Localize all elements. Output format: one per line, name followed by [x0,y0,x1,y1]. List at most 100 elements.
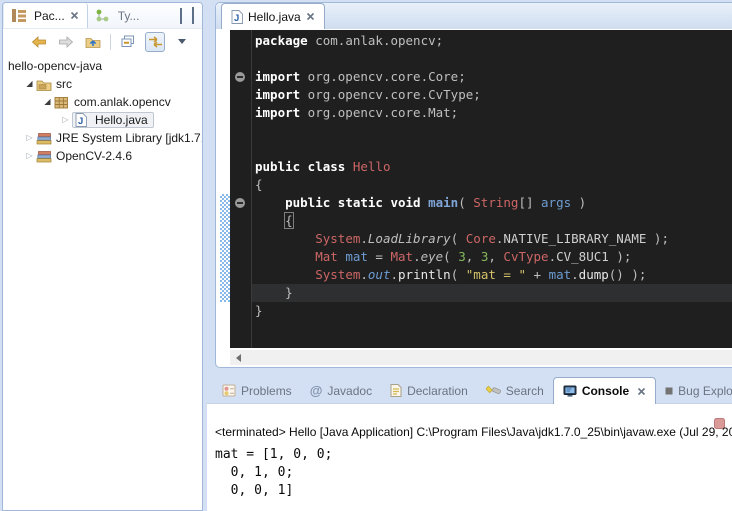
tab-label: Bug Explorer [678,384,732,398]
tree-item-label: hello-opencv-java [5,59,105,73]
library-icon [36,132,53,145]
tab-console[interactable]: Console [553,377,656,404]
maximize-button[interactable] [192,9,194,23]
package-icon [54,96,71,109]
svg-text:J: J [78,116,83,127]
tab-label: Search [506,384,544,398]
console-icon [563,385,577,398]
toolbar-separator [110,34,111,50]
package-explorer-icon [12,9,29,22]
tree-item-opencv-2-4-6[interactable]: ▷ OpenCV-2.4.6 [3,147,202,165]
editor-tab-label: Hello.java [248,10,301,24]
console-view: Problems@Javadoc Declaration Search Console… [207,377,732,511]
code-line-7[interactable] [252,140,732,158]
code-line-14[interactable]: System.out.println( "mat = " + mat.dump(… [252,266,732,284]
project-tree: hello-opencv-java ◢ src ◢ com.anlak.opencv ▷ J… [3,54,202,165]
console-output-line: mat = [1, 0, 0; [215,446,732,464]
tab-search[interactable]: Search [477,377,553,404]
annotation-gutter[interactable] [230,30,252,348]
tab-type-hierarchy[interactable]: Ty... [88,3,148,28]
editor-area: J Hello.java package com.anlak.opencv; i… [215,2,732,368]
code-line-2[interactable] [252,50,732,68]
horizontal-scrollbar[interactable] [230,350,732,365]
range-indicator [220,194,230,302]
code-line-5[interactable]: import org.opencv.core.Mat; [252,104,732,122]
tab-package-explorer[interactable]: Pac... [3,3,88,28]
search-icon [486,384,501,397]
tree-item-label: JRE System Library [jdk1.7.0_25] [53,131,202,145]
src-folder-icon [36,78,53,91]
code-line-9[interactable]: { [252,176,732,194]
tree-item-label: Hello.java [92,113,151,127]
tree-item-com-anlak-opencv[interactable]: ◢ com.anlak.opencv [3,93,202,111]
link-with-editor-button[interactable] [145,32,165,52]
code-line-6[interactable] [252,122,732,140]
fold-collapse-icon[interactable] [235,198,245,208]
console-output[interactable]: mat = [1, 0, 0; 0, 1, 0; 0, 0, 1] [215,446,732,500]
tab-type-hierarchy-label: Ty... [118,9,140,23]
code-line-12[interactable]: System.LoadLibrary( Core.NATIVE_LIBRARY_… [252,230,732,248]
forward-button[interactable] [56,32,76,52]
console-process-title: <terminated> Hello [Java Application] C:… [215,425,732,439]
code-line-3[interactable]: import org.opencv.core.Core; [252,68,732,86]
editor-tab-row: J Hello.java [216,3,732,29]
tree-item-label: OpenCV-2.4.6 [53,149,135,163]
code-line-10[interactable]: public static void main( String[] args ) [252,194,732,212]
minimize-button[interactable] [180,9,182,23]
code-line-8[interactable]: public class Hello [252,158,732,176]
up-button[interactable] [83,32,103,52]
back-button[interactable] [29,32,49,52]
expand-arrow-icon[interactable]: ▷ [59,111,72,129]
problems-icon [222,384,236,397]
console-output-line: 0, 1, 0; [215,464,732,482]
code-text[interactable]: package com.anlak.opencv; import org.ope… [252,30,732,348]
view-menu-button[interactable] [172,32,192,52]
javadoc-icon: @ [310,384,323,398]
package-explorer-view: Pac... Ty... hello-opencv-java ◢ src ◢ com.a… [2,2,203,511]
tab-bug-explorer[interactable]: Bug Explorer [656,377,732,404]
code-line-13[interactable]: Mat mat = Mat.eye( 3, 3, CvType.CV_8UC1 … [252,248,732,266]
tab-label: Declaration [407,384,468,398]
tree-item-hello-java[interactable]: ▷ J Hello.java [3,111,202,129]
scroll-left-icon[interactable] [236,354,241,362]
tree-item-jre-system-library-jdk1-7-0-25[interactable]: ▷ JRE System Library [jdk1.7.0_25] [3,129,202,147]
console-output-line: 0, 0, 1] [215,482,732,500]
fold-collapse-icon[interactable] [235,72,245,82]
svg-text:J: J [234,13,239,24]
tab-problems[interactable]: Problems [213,377,301,404]
tab-label: Console [582,384,629,398]
code-editor[interactable]: package com.anlak.opencv; import org.ope… [220,30,732,348]
tree-item-label: com.anlak.opencv [71,95,174,109]
package-explorer-toolbar [3,29,202,54]
code-line-1[interactable]: package com.anlak.opencv; [252,32,732,50]
tree-item-label: src [53,77,75,91]
library-icon [36,150,53,163]
code-line-15[interactable]: } [252,284,732,302]
close-icon[interactable] [306,12,315,21]
collapse-arrow-icon[interactable]: ◢ [41,93,54,111]
tab-package-explorer-label: Pac... [34,9,65,23]
collapse-arrow-icon[interactable]: ◢ [23,75,36,93]
code-line-16[interactable]: } [252,302,732,320]
collapse-all-button[interactable] [118,32,138,52]
type-hierarchy-icon [96,9,113,22]
sidebar-tab-row: Pac... Ty... [3,3,202,29]
close-icon[interactable] [70,11,79,20]
expand-arrow-icon[interactable]: ▷ [23,147,36,165]
tab-hello-java[interactable]: J Hello.java [221,3,325,29]
bug-icon [665,387,673,395]
code-line-4[interactable]: import org.opencv.core.CvType; [252,86,732,104]
expand-arrow-icon[interactable]: ▷ [23,129,36,147]
console-tab-row: Problems@Javadoc Declaration Search Console… [207,377,732,404]
console-body: <terminated> Hello [Java Application] C:… [207,403,732,511]
java-file-icon: J [75,113,92,127]
close-icon[interactable] [637,387,646,396]
tab-javadoc[interactable]: @Javadoc [301,377,381,404]
tab-declaration[interactable]: Declaration [381,377,477,404]
java-file-icon: J [231,10,243,24]
code-line-11[interactable]: { [252,212,732,230]
declaration-icon [390,384,402,397]
range-ruler [220,30,230,348]
tree-item-src[interactable]: ◢ src [3,75,202,93]
tree-item-hello-opencv-java[interactable]: hello-opencv-java [3,57,202,75]
